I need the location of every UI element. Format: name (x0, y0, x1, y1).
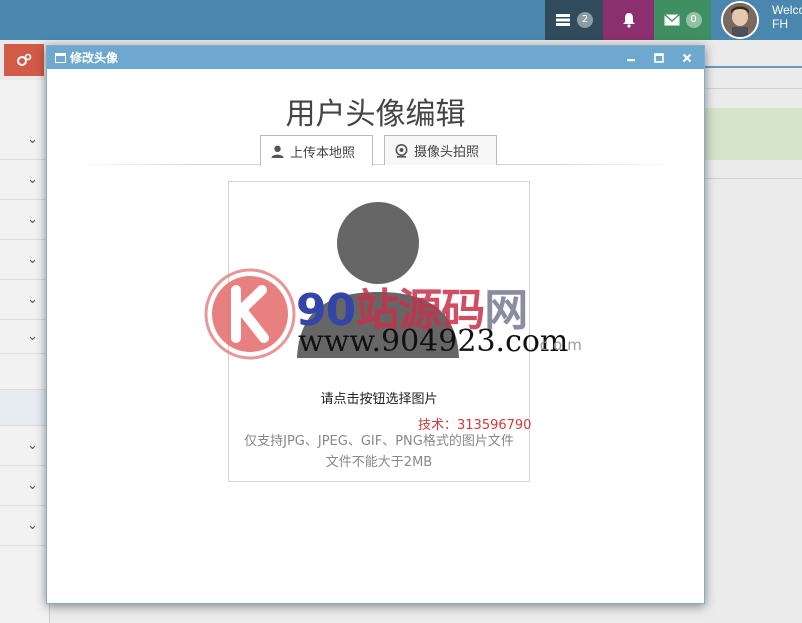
sidebar-item[interactable]: ⌄ (0, 506, 50, 546)
chevron-down-icon: ⌄ (27, 478, 38, 493)
editor-title: 用户头像编辑 (285, 97, 466, 132)
user-menu[interactable]: Welcome, FH (711, 0, 802, 40)
mail-badge: 0 (685, 12, 702, 28)
sidebar-item[interactable]: ⌄ (0, 426, 50, 466)
dialog-title: 修改头像 (70, 51, 119, 65)
avatar (721, 1, 759, 39)
webcam-icon (395, 143, 408, 158)
tasks-badge: 2 (577, 12, 593, 28)
dialog-titlebar[interactable]: 修改头像 (47, 46, 704, 69)
bell-icon (622, 13, 635, 28)
user-name: FH (772, 17, 788, 31)
size-hint: 文件不能大于2MB (325, 455, 433, 470)
welcome-text: Welcome, FH (772, 3, 802, 31)
sidebar: ⌄ ⌄ ⌄ ⌄ ⌄ ⌄ ⌄ ⌄ ⌄ (0, 80, 50, 623)
chevron-down-icon: ⌄ (27, 292, 38, 307)
chevron-down-icon: ⌄ (27, 252, 38, 267)
tab-upload-local[interactable]: 上传本地照 (260, 135, 373, 166)
format-hint: 仅支持JPG、JPEG、GIF、PNG格式的图片文件 (244, 434, 514, 449)
chevron-down-icon: ⌄ (27, 212, 38, 227)
chevron-down-icon: ⌄ (27, 329, 38, 344)
upload-image-area[interactable]: 请点击按钮选择图片 仅支持JPG、JPEG、GIF、PNG格式的图片文件 文件不… (228, 181, 530, 482)
tasks-icon (556, 14, 570, 26)
close-icon (682, 53, 692, 62)
tab-webcam[interactable]: 摄像头拍照 (384, 135, 497, 165)
minimize-button[interactable] (624, 51, 638, 65)
chevron-down-icon: ⌄ (27, 438, 38, 453)
sidebar-item[interactable]: ⌄ (0, 240, 50, 280)
sidebar-item[interactable]: ⌄ (0, 320, 50, 354)
minimize-icon (627, 58, 635, 61)
tabs-divider (77, 164, 674, 165)
close-button[interactable] (680, 51, 694, 65)
sidebar-item[interactable]: ⌄ (0, 200, 50, 240)
chevron-down-icon: ⌄ (27, 132, 38, 147)
settings-button[interactable] (4, 44, 44, 76)
sidebar-item-active[interactable] (0, 390, 50, 426)
page-divider (704, 178, 802, 179)
messages-button[interactable]: 0 (654, 0, 711, 40)
upload-hint: 仅支持JPG、JPEG、GIF、PNG格式的图片文件 文件不能大于2MB (229, 431, 529, 473)
user-icon (271, 145, 284, 158)
envelope-icon (663, 14, 680, 26)
page-tab-underline (704, 66, 802, 68)
window-icon (55, 52, 66, 63)
notifications-button[interactable] (603, 0, 654, 40)
tab-label: 上传本地照 (290, 145, 356, 161)
sidebar-item[interactable]: ⌄ (0, 160, 50, 200)
top-navbar: 2 0 Welcome, FH (0, 0, 802, 40)
sidebar-item[interactable]: ⌄ (0, 280, 50, 320)
edit-avatar-dialog: 修改头像 用户头像编辑 上传本地照 摄像头拍照 请点击按钮选择图片 仅支持JPG… (46, 45, 705, 604)
sidebar-item[interactable]: ⌄ (0, 466, 50, 506)
chevron-down-icon: ⌄ (27, 172, 38, 187)
page-divider (704, 88, 802, 89)
maximize-icon (654, 52, 664, 63)
page-alert-panel (704, 108, 802, 160)
maximize-button[interactable] (652, 51, 666, 65)
watermark-tech-contact: 技术：313596790 (418, 418, 532, 433)
sidebar-item[interactable]: ⌄ (0, 120, 50, 160)
chevron-down-icon: ⌄ (27, 518, 38, 533)
upload-prompt: 请点击按钮选择图片 (320, 392, 438, 407)
sidebar-item[interactable] (0, 354, 50, 390)
cogs-icon (17, 53, 32, 66)
default-avatar-icon (297, 202, 459, 358)
tab-label: 摄像头拍照 (414, 145, 480, 160)
tasks-button[interactable]: 2 (545, 0, 603, 40)
